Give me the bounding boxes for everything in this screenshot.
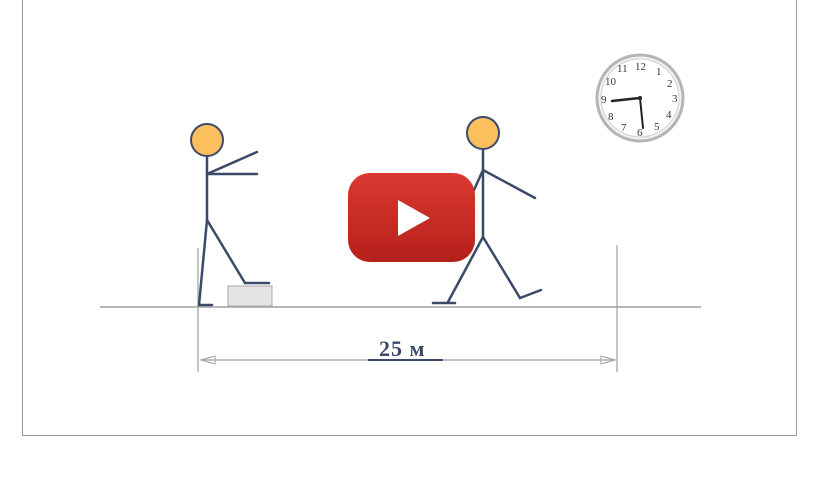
left-stick-figure [197,150,271,307]
play-button[interactable] [348,173,475,262]
play-icon [398,200,430,236]
left-figure-head [190,123,224,157]
clock-numeral: 5 [654,121,660,133]
clock-numeral: 3 [672,93,678,105]
right-figure-head [466,116,500,150]
clock-numeral: 10 [605,76,617,88]
distance-label: 25 м [379,336,426,361]
wall-clock: 12 1 2 3 4 5 6 7 8 9 10 11 [595,53,685,143]
clock-numeral: 6 [637,127,643,139]
clock-numeral: 1 [656,66,662,78]
clock-numeral: 8 [608,111,614,123]
clock-numeral: 4 [666,109,672,121]
clock-numeral: 12 [635,61,646,73]
video-player[interactable]: 12 1 2 3 4 5 6 7 8 9 10 11 25 м [22,0,797,436]
clock-numeral: 7 [621,122,627,134]
clock-numeral: 2 [667,78,673,90]
block [227,285,273,307]
clock-numeral: 9 [601,94,607,106]
clock-numeral: 11 [617,63,628,75]
